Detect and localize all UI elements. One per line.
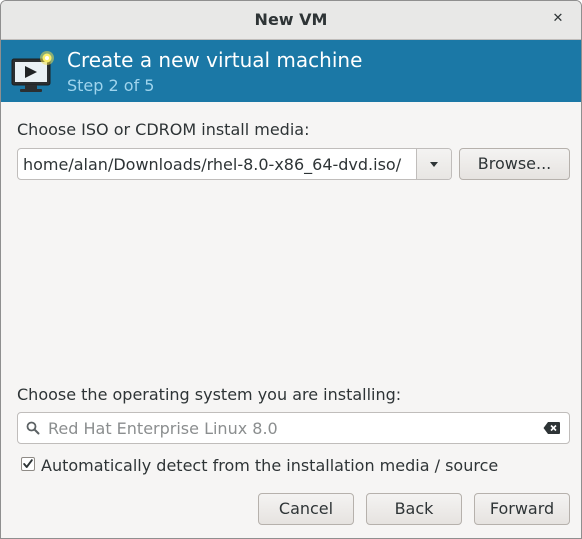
wizard-title: Create a new virtual machine <box>67 48 363 72</box>
install-media-path-input[interactable] <box>18 149 418 179</box>
close-icon: ✕ <box>552 11 564 26</box>
os-label: Choose the operating system you are inst… <box>17 385 402 404</box>
os-search-input[interactable] <box>48 413 528 443</box>
new-vm-dialog: New VM ✕ Create a new virtual machine St… <box>0 0 582 539</box>
auto-detect-checkbox[interactable] <box>21 457 35 471</box>
title-bar[interactable]: New VM ✕ <box>1 1 581 40</box>
checkmark-icon <box>23 459 33 468</box>
wizard-step-indicator: Step 2 of 5 <box>67 76 155 95</box>
install-media-dropdown-button[interactable] <box>416 149 451 179</box>
browse-button[interactable]: Browse... <box>459 148 570 180</box>
window-title: New VM <box>254 10 328 29</box>
cancel-button[interactable]: Cancel <box>258 493 354 525</box>
search-icon <box>26 421 40 435</box>
auto-detect-label[interactable]: Automatically detect from the installati… <box>41 456 498 475</box>
clear-text-icon[interactable] <box>543 421 561 435</box>
back-button[interactable]: Back <box>366 493 462 525</box>
monitor-new-icon <box>11 51 54 92</box>
install-media-combo <box>17 148 452 180</box>
wizard-header: Create a new virtual machine Step 2 of 5 <box>1 40 581 102</box>
forward-button[interactable]: Forward <box>474 493 570 525</box>
close-button[interactable]: ✕ <box>548 9 568 29</box>
os-search-field <box>17 412 570 444</box>
install-media-label: Choose ISO or CDROM install media: <box>17 120 310 139</box>
